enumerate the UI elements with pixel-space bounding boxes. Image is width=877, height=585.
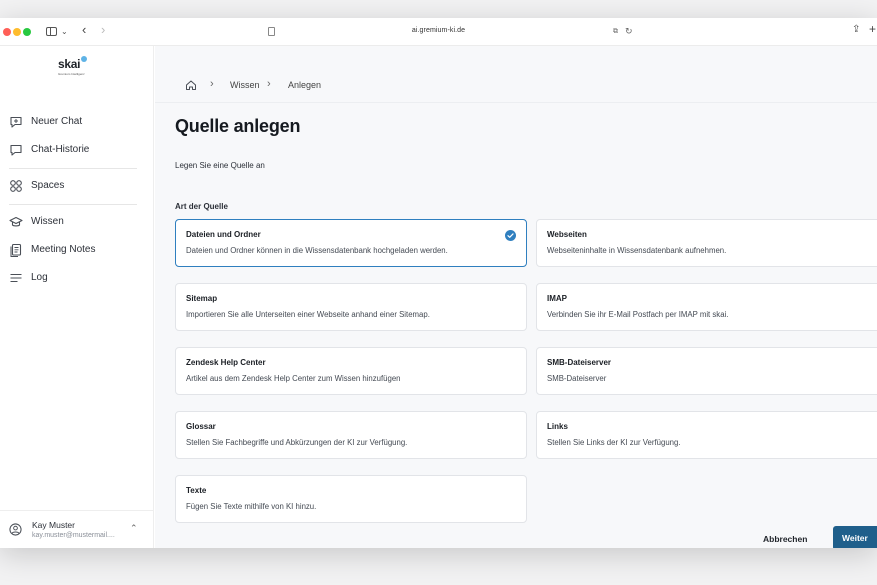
sidebar-item-spaces[interactable]: Spaces <box>0 175 154 197</box>
sidebar-item-label: Meeting Notes <box>31 244 96 255</box>
share-icon[interactable]: ⇪ <box>852 25 860 35</box>
card-title: SMB-Dateiserver <box>547 358 612 367</box>
card-description: Artikel aus dem Zendesk Help Center zum … <box>186 374 401 383</box>
sidebar-item-log[interactable]: Log <box>0 267 154 289</box>
source-card-webseiten[interactable]: Webseiten Webseiteninhalte in Wissensdat… <box>536 219 877 267</box>
user-email: kay.muster@mustermail.... <box>32 532 115 539</box>
sidebar-item-meeting-notes[interactable]: Meeting Notes <box>0 239 154 261</box>
user-name: Kay Muster <box>32 520 75 530</box>
card-title: Dateien und Ordner <box>186 230 261 239</box>
source-card-glossar[interactable]: Glossar Stellen Sie Fachbegriffe und Abk… <box>175 411 527 459</box>
home-icon[interactable] <box>185 79 197 91</box>
sidebar-divider <box>9 204 137 205</box>
sidebar: skai Gremium Intelligenz Neuer Chat Chat… <box>0 46 154 548</box>
cancel-button[interactable]: Abbrechen <box>763 534 807 544</box>
header-divider <box>155 102 877 103</box>
chevron-right-icon: › <box>267 78 271 90</box>
list-icon <box>10 273 22 283</box>
chevron-right-icon: › <box>210 78 214 90</box>
card-description: Importieren Sie alle Unterseiten einer W… <box>186 310 430 319</box>
chat-bubble-icon <box>10 144 22 156</box>
sidebar-item-label: Chat-Historie <box>31 144 90 155</box>
section-label: Art der Quelle <box>175 202 228 211</box>
logo-tagline: Gremium Intelligenz <box>58 72 85 76</box>
browser-window: ⌄ ‹ › ai.gremium-ki.de ⧉ ↻ ⇪ + skai Grem… <box>0 18 877 548</box>
source-card-sitemap[interactable]: Sitemap Importieren Sie alle Unterseiten… <box>175 283 527 331</box>
page-title: Quelle anlegen <box>175 116 301 136</box>
new-tab-icon[interactable]: + <box>869 23 876 35</box>
page-subtitle: Legen Sie eine Quelle an <box>175 161 265 170</box>
chat-plus-icon <box>10 116 22 128</box>
notes-icon <box>10 243 22 257</box>
user-menu[interactable]: Kay Muster kay.muster@mustermail.... ⌃ <box>0 510 154 548</box>
user-avatar-icon <box>9 523 22 536</box>
source-card-imap[interactable]: IMAP Verbinden Sie ihr E-Mail Postfach p… <box>536 283 877 331</box>
sidebar-item-label: Spaces <box>31 180 65 191</box>
source-card-dateien-und-ordner[interactable]: Dateien und Ordner Dateien und Ordner kö… <box>175 219 527 267</box>
sidebar-item-label: Wissen <box>31 216 64 227</box>
card-description: Verbinden Sie ihr E-Mail Postfach per IM… <box>547 310 729 319</box>
reload-icon[interactable]: ↻ <box>625 26 633 36</box>
logo-dot-icon <box>81 56 87 62</box>
form-actions: Abbrechen Weiter <box>155 524 877 548</box>
address-bar[interactable]: ai.gremium-ki.de <box>0 27 877 34</box>
grid-icon <box>10 180 22 192</box>
source-card-texte[interactable]: Texte Fügen Sie Texte mithilfe von KI hi… <box>175 475 527 523</box>
card-title: Links <box>547 422 568 431</box>
sidebar-item-wissen[interactable]: Wissen <box>0 211 154 233</box>
check-circle-icon <box>505 230 516 241</box>
sidebar-item-new-chat[interactable]: Neuer Chat <box>0 111 154 133</box>
card-title: Texte <box>186 486 207 495</box>
card-description: Dateien und Ordner können in die Wissens… <box>186 246 448 255</box>
sidebar-item-chat-history[interactable]: Chat-Historie <box>0 139 154 161</box>
source-card-smb-dateiserver[interactable]: SMB-Dateiserver SMB-Dateiserver <box>536 347 877 395</box>
card-title: Sitemap <box>186 294 218 303</box>
main-content: › Wissen › Anlegen Quelle anlegen Legen … <box>155 46 877 548</box>
card-title: Webseiten <box>547 230 587 239</box>
card-description: Stellen Sie Fachbegriffe und Abkürzungen… <box>186 438 408 447</box>
chevron-up-icon[interactable]: ⌃ <box>130 523 138 534</box>
browser-toolbar: ⌄ ‹ › ai.gremium-ki.de ⧉ ↻ ⇪ + <box>0 18 877 46</box>
skai-logo[interactable]: skai Gremium Intelligenz <box>58 56 98 78</box>
source-card-links[interactable]: Links Stellen Sie Links der KI zur Verfü… <box>536 411 877 459</box>
sidebar-divider <box>9 168 137 169</box>
card-description: Webseiteninhalte in Wissensdatenbank auf… <box>547 246 727 255</box>
card-title: Zendesk Help Center <box>186 358 266 367</box>
logo-wordmark: skai <box>58 57 81 71</box>
source-card-zendesk[interactable]: Zendesk Help Center Artikel aus dem Zend… <box>175 347 527 395</box>
card-description: SMB-Dateiserver <box>547 374 607 383</box>
translate-icon[interactable]: ⧉ <box>613 27 618 37</box>
card-description: Stellen Sie Links der KI zur Verfügung. <box>547 438 681 447</box>
sidebar-item-label: Log <box>31 272 48 283</box>
card-title: IMAP <box>547 294 567 303</box>
sidebar-item-label: Neuer Chat <box>31 116 83 127</box>
next-button[interactable]: Weiter <box>833 526 877 548</box>
card-title: Glossar <box>186 422 216 431</box>
breadcrumb-item-anlegen: Anlegen <box>288 80 322 90</box>
card-description: Fügen Sie Texte mithilfe von KI hinzu. <box>186 502 317 511</box>
breadcrumb-item-wissen[interactable]: Wissen <box>230 80 260 90</box>
graduation-cap-icon <box>9 216 23 227</box>
